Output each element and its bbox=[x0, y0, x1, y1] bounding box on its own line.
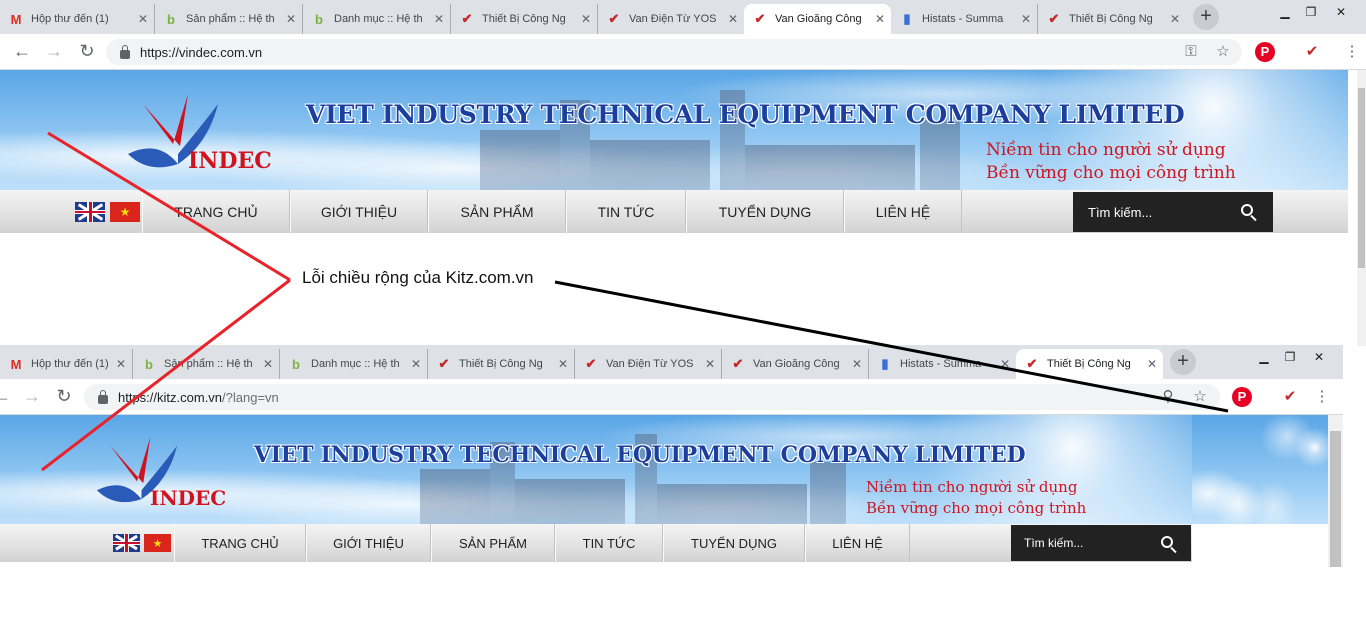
annotation-lines bbox=[41, 131, 1229, 472]
black-pointer-line bbox=[554, 280, 1229, 413]
red-pointer-line-bottom bbox=[41, 278, 291, 472]
screenshot-root: M Hộp thư đến (1) ✕ b Sản phẩm :: Hệ th … bbox=[0, 0, 1366, 629]
red-pointer-line-top bbox=[47, 131, 291, 282]
